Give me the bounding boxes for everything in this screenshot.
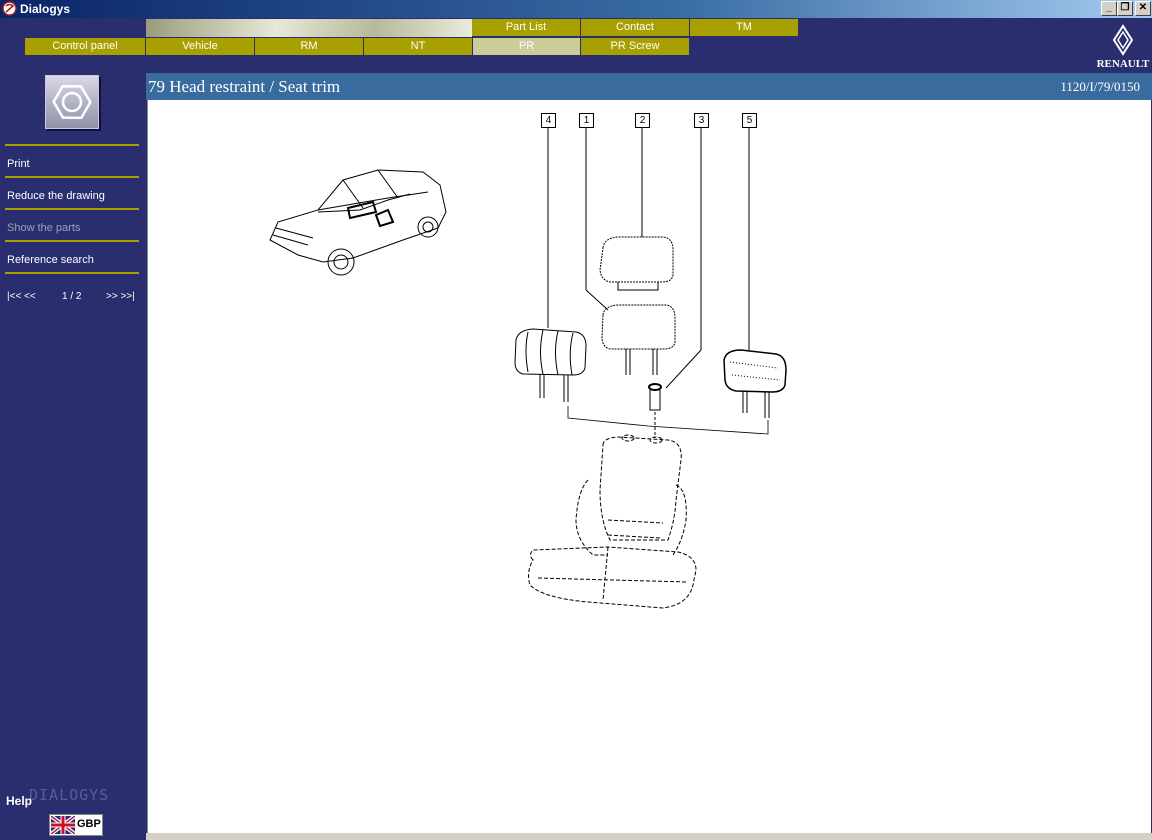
tab-nt[interactable]: NT xyxy=(364,38,473,55)
tab-control-panel[interactable]: Control panel xyxy=(25,38,146,55)
part-3-guide xyxy=(648,383,662,411)
callout-4[interactable]: 4 xyxy=(541,113,556,128)
drawing-area: 4 1 2 3 5 xyxy=(147,100,1151,833)
renault-wordmark: RENAULT xyxy=(1096,58,1150,70)
tab-tm[interactable]: TM xyxy=(690,19,799,36)
reduce-drawing-link[interactable]: Reduce the drawing xyxy=(7,190,139,202)
pager-page-indicator: 1 / 2 xyxy=(62,291,82,302)
exploded-view-drawing xyxy=(269,127,787,609)
menu-separator xyxy=(5,144,139,146)
menu-separator xyxy=(5,208,139,210)
renault-logo: RENAULT xyxy=(1096,24,1150,70)
part-5-headrest xyxy=(723,349,787,418)
show-parts-link[interactable]: Show the parts xyxy=(7,222,139,234)
currency-selector[interactable]: GBP xyxy=(49,814,103,836)
tab-part-list[interactable]: Part List xyxy=(472,19,581,36)
part-4-headrest xyxy=(514,328,587,402)
print-link[interactable]: Print xyxy=(7,158,139,170)
seat-drawing xyxy=(528,434,697,609)
tab-rm[interactable]: RM xyxy=(255,38,364,55)
hex-nut-icon xyxy=(52,84,92,120)
app-icon xyxy=(2,1,17,16)
renault-diamond-icon xyxy=(1112,24,1134,56)
callout-3[interactable]: 3 xyxy=(694,113,709,128)
part-2-headrest xyxy=(599,236,674,291)
banner-image xyxy=(146,19,472,37)
navigation-bar: Part List Contact TM Control panel Vehic… xyxy=(0,18,1152,73)
callout-2[interactable]: 2 xyxy=(635,113,650,128)
menu-separator xyxy=(5,240,139,242)
reference-search-link[interactable]: Reference search xyxy=(7,254,139,266)
title-bar: Dialogys _ ❐ ✕ xyxy=(0,0,1152,18)
uk-flag-icon xyxy=(51,816,75,834)
menu-separator xyxy=(5,272,139,274)
callout-5[interactable]: 5 xyxy=(742,113,757,128)
status-bar xyxy=(146,833,1152,840)
minimize-button[interactable]: _ xyxy=(1101,1,1117,16)
window-title: Dialogys xyxy=(20,2,71,16)
help-link[interactable]: Help xyxy=(6,794,32,808)
tab-pr[interactable]: PR xyxy=(473,38,581,55)
dialogys-watermark: DIALOGYS xyxy=(29,786,110,804)
pager-next-last[interactable]: >> >>| xyxy=(106,291,135,302)
maximize-button[interactable]: ❐ xyxy=(1117,1,1133,16)
tab-contact[interactable]: Contact xyxy=(581,19,690,36)
menu-separator xyxy=(5,176,139,178)
part-1-headrest xyxy=(601,304,676,375)
tab-vehicle[interactable]: Vehicle xyxy=(146,38,255,55)
callout-1[interactable]: 1 xyxy=(579,113,594,128)
tab-pr-screw[interactable]: PR Screw xyxy=(581,38,690,55)
page-title: 79 Head restraint / Seat trim xyxy=(148,77,341,96)
currency-label: GBP xyxy=(77,818,101,830)
close-button[interactable]: ✕ xyxy=(1135,1,1151,16)
page-reference: 1120/I/79/0150 xyxy=(1060,79,1140,94)
pager-first-prev[interactable]: |<< << xyxy=(7,291,36,302)
sidebar: Print Reduce the drawing Show the parts … xyxy=(0,73,146,840)
car-thumbnail xyxy=(269,169,447,276)
module-logo xyxy=(45,75,99,129)
page-header: 79 Head restraint / Seat trim 1120/I/79/… xyxy=(146,73,1152,100)
